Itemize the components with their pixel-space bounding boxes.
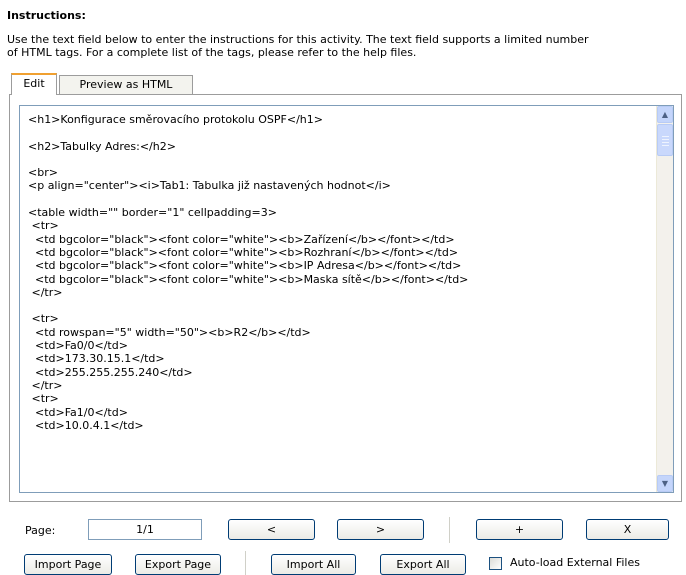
previous-page-button[interactable]: <: [228, 519, 315, 540]
next-page-button[interactable]: >: [337, 519, 424, 540]
separator: [449, 517, 450, 543]
import-all-button[interactable]: Import All: [271, 554, 356, 575]
instructions-description: Use the text field below to enter the in…: [7, 33, 686, 59]
separator: [245, 551, 246, 575]
auto-load-checkbox[interactable]: [489, 557, 502, 570]
instructions-text-area[interactable]: <h1>Konfigurace směrovacího protokolu OS…: [19, 105, 674, 493]
add-page-button[interactable]: +: [476, 519, 563, 540]
chevron-down-icon: ▼: [661, 479, 669, 488]
editor-content[interactable]: <h1>Konfigurace směrovacího protokolu OS…: [28, 113, 648, 432]
description-line-1: Use the text field below to enter the in…: [7, 33, 589, 46]
vertical-scrollbar[interactable]: ▲ ▼: [656, 106, 673, 492]
scroll-up-button[interactable]: ▲: [657, 106, 673, 123]
export-all-button[interactable]: Export All: [380, 554, 466, 575]
instructions-heading: Instructions:: [7, 9, 86, 22]
auto-load-label[interactable]: Auto-load External Files: [510, 556, 640, 569]
remove-page-button[interactable]: X: [586, 519, 669, 540]
export-page-button[interactable]: Export Page: [135, 554, 221, 575]
description-line-2: of HTML tags. For a complete list of the…: [7, 46, 417, 59]
page-number-field[interactable]: 1/1: [88, 519, 202, 540]
page-label: Page:: [25, 524, 56, 537]
chevron-up-icon: ▲: [661, 110, 669, 119]
tab-preview-as-html[interactable]: Preview as HTML: [59, 75, 193, 95]
tab-edit[interactable]: Edit: [11, 73, 57, 95]
tab-panel: <h1>Konfigurace směrovacího protokolu OS…: [9, 94, 682, 502]
scrollbar-thumb[interactable]: [657, 124, 673, 156]
instructions-editor-window: Instructions: Use the text field below t…: [0, 0, 686, 575]
scroll-down-button[interactable]: ▼: [657, 475, 673, 492]
import-page-button[interactable]: Import Page: [24, 554, 112, 575]
